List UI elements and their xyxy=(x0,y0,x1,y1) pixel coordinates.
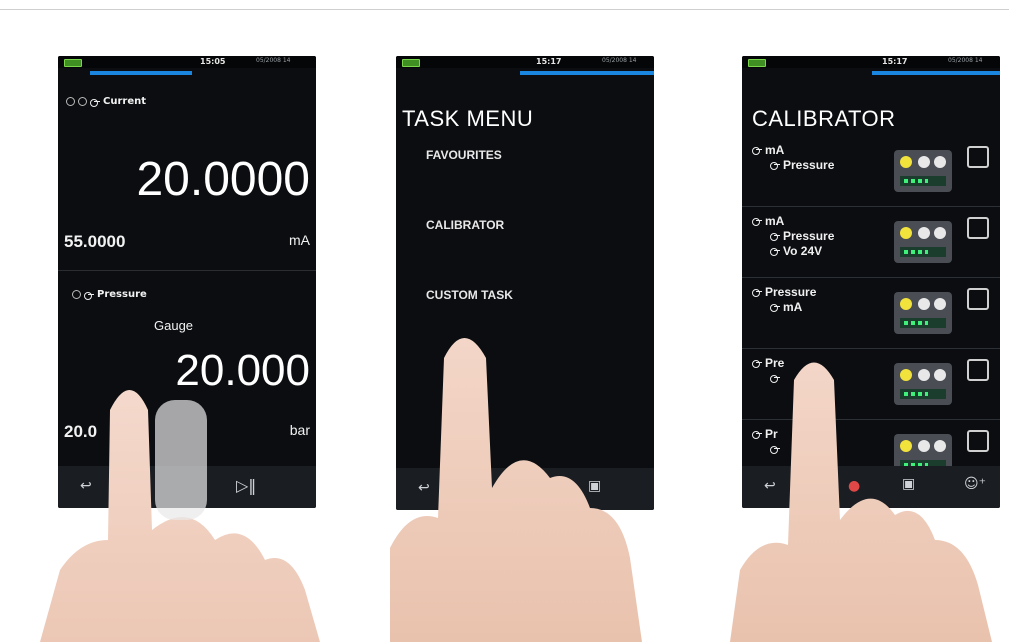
input-arrow-icon xyxy=(752,217,762,226)
progress-bar xyxy=(520,71,654,75)
task-checkbox[interactable] xyxy=(967,146,989,168)
task-row[interactable]: mA Pressure xyxy=(742,136,1000,207)
clock: 15:05 xyxy=(200,57,226,66)
task-row[interactable]: mA Pressure Vo 24V xyxy=(742,207,1000,278)
status-bar: 15:17 05/2008 14 xyxy=(396,56,654,68)
lower-channel-label[interactable]: Pressure xyxy=(72,289,147,300)
task-checkbox[interactable] xyxy=(967,217,989,239)
top-rule xyxy=(0,9,1009,10)
settings-ring-icon xyxy=(78,97,87,106)
input-arrow-icon xyxy=(770,303,780,312)
lower-sublabel: Gauge xyxy=(154,318,194,333)
channel-name: Current xyxy=(103,96,147,107)
calibrator-task-icon xyxy=(894,221,952,263)
upper-channel-label[interactable]: Current xyxy=(66,96,146,107)
status-bar: 15:17 05/2008 14 xyxy=(742,56,1000,68)
upper-primary-value: 20.0000 xyxy=(136,153,310,206)
hand-left xyxy=(40,390,320,642)
channel-divider xyxy=(58,270,316,271)
task-line-text: Pressure xyxy=(783,157,835,172)
settings-ring-icon xyxy=(72,290,81,299)
date: 05/2008 14 xyxy=(602,57,637,64)
task-checkbox[interactable] xyxy=(967,288,989,310)
task-line-text: Vo 24V xyxy=(783,243,823,258)
task-row[interactable]: Pressure mA xyxy=(742,278,1000,349)
clock: 15:17 xyxy=(536,57,562,66)
calibrator-task-icon xyxy=(894,292,952,334)
page-title: TASK MENU xyxy=(402,106,534,131)
task-line-text: mA xyxy=(783,299,803,314)
battery-icon xyxy=(748,59,766,67)
task-line-text: Pressure xyxy=(765,284,817,299)
upper-secondary-value: 55.0000 xyxy=(64,232,126,251)
menu-item-favourites[interactable]: FAVOURITES xyxy=(426,148,502,162)
date: 05/2008 14 xyxy=(948,57,983,64)
calibrator-task-icon xyxy=(894,150,952,192)
input-arrow-icon xyxy=(752,288,762,297)
output-arrow-icon xyxy=(770,247,780,256)
task-line-text: Pressure xyxy=(783,228,835,243)
input-arrow-icon xyxy=(90,98,100,107)
date: 05/2008 14 xyxy=(256,57,291,64)
task-line-text: mA xyxy=(765,142,785,157)
menu-item-calibrator[interactable]: CALIBRATOR xyxy=(426,218,504,232)
hand-middle xyxy=(390,338,642,642)
input-arrow-icon xyxy=(752,146,762,155)
battery-icon xyxy=(402,59,420,67)
input-arrow-icon xyxy=(770,161,780,170)
hand-right xyxy=(730,362,992,642)
channel-name: Pressure xyxy=(97,289,147,300)
clock: 15:17 xyxy=(882,57,908,66)
progress-bar xyxy=(90,71,192,75)
progress-bar xyxy=(872,71,1000,75)
upper-unit: mA xyxy=(289,232,310,248)
page-title: CALIBRATOR xyxy=(752,106,896,131)
status-bar: 15:05 05/2008 14 xyxy=(58,56,316,68)
input-arrow-icon xyxy=(770,232,780,241)
input-arrow-icon xyxy=(84,291,94,300)
menu-item-custom-task[interactable]: CUSTOM TASK xyxy=(426,288,513,302)
task-line-text: mA xyxy=(765,213,785,228)
battery-icon xyxy=(64,59,82,67)
settings-ring-icon xyxy=(66,97,75,106)
